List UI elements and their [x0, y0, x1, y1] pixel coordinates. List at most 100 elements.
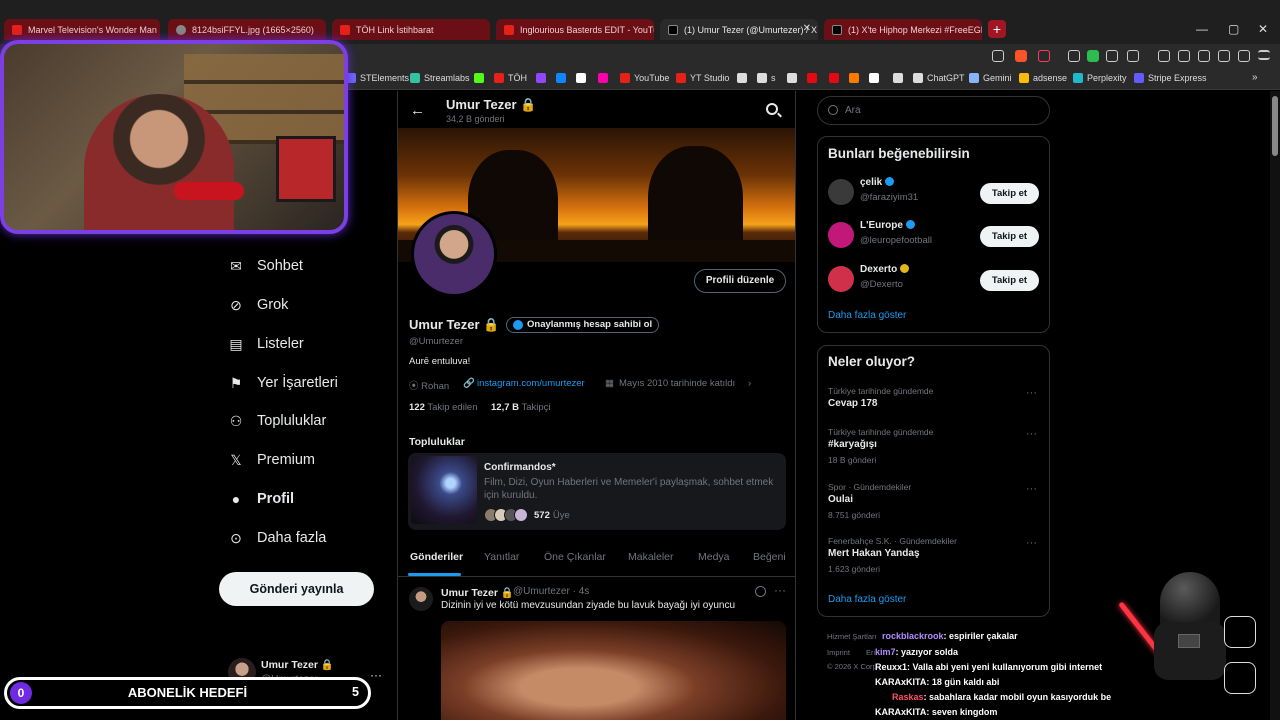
leo-ai-icon[interactable] [1218, 50, 1230, 62]
back-arrow-icon[interactable]: ← [410, 102, 425, 119]
profile-website-link[interactable]: instagram.com/umurtezer [477, 378, 585, 389]
bookmark-item[interactable]: ChatGPT [913, 73, 965, 83]
avatar[interactable] [828, 266, 854, 292]
grok-floating-button[interactable] [1224, 616, 1256, 648]
bookmark-item[interactable]: Streamlabs [410, 73, 470, 83]
browser-tab[interactable]: Marvel Television's Wonder Man | Of [4, 19, 160, 40]
close-window-button[interactable]: ✕ [1258, 22, 1268, 36]
share-icon[interactable] [992, 50, 1004, 62]
suggestion-name[interactable]: L'Europe [860, 220, 915, 231]
follow-button[interactable]: Takip et [980, 270, 1039, 291]
browser-tab[interactable]: TÖH Link İstihbarat [332, 19, 490, 40]
followers-link[interactable]: 12,7 B Takipçi [491, 402, 551, 413]
avatar[interactable] [828, 222, 854, 248]
bookmark-item[interactable] [829, 73, 843, 83]
suggestion-name[interactable]: Dexerto [860, 264, 910, 275]
trend-name[interactable]: #karyağışı [828, 439, 877, 450]
browser-tab[interactable]: Inglourious Basterds EDIT - YouTube [496, 19, 654, 40]
follow-button[interactable]: Takip et [980, 183, 1039, 204]
brave-shield-icon[interactable] [1015, 50, 1027, 62]
sidebar-item-premium[interactable]: 𝕏 Premium [228, 452, 315, 469]
minimize-button[interactable]: — [1196, 22, 1208, 36]
bookmark-item[interactable]: YT Studio [676, 73, 729, 83]
extension-icon[interactable] [1106, 50, 1118, 62]
trend-more-icon[interactable]: ··· [1026, 387, 1037, 399]
sidebar-item-daha-fazla[interactable]: ⊙ Daha fazla [228, 530, 326, 547]
search-icon[interactable] [766, 103, 778, 115]
grok-icon[interactable] [755, 586, 766, 597]
profile-avatar[interactable] [411, 211, 497, 297]
post-author-name[interactable]: Umur Tezer 🔒 [441, 586, 514, 599]
bookmark-item[interactable] [474, 73, 488, 83]
avatar[interactable] [828, 179, 854, 205]
bookmark-item[interactable] [893, 73, 907, 83]
avatar[interactable] [409, 587, 433, 611]
show-more-link[interactable]: Daha fazla göster [828, 310, 906, 321]
menu-icon[interactable] [1258, 50, 1270, 60]
tab-replies[interactable]: Yanıtlar [484, 551, 519, 563]
bookmark-item[interactable] [576, 73, 590, 83]
get-verified-button[interactable]: Onaylanmış hesap sahibi ol [506, 317, 660, 333]
trend-name[interactable]: Mert Hakan Yandaş [828, 548, 920, 559]
music-icon[interactable] [1158, 50, 1170, 62]
search-input[interactable]: Ara [817, 96, 1050, 125]
bookmark-item[interactable]: TÖH [494, 73, 527, 83]
community-card[interactable]: Confirmandos* Film, Dizi, Oyun Haberleri… [408, 453, 786, 530]
sidebar-item-grok[interactable]: ⊘ Grok [228, 297, 288, 314]
bookmarks-overflow-button[interactable]: » [1252, 72, 1258, 83]
bookmark-item[interactable] [869, 73, 883, 83]
post-button[interactable]: Gönderi yayınla [219, 572, 374, 606]
scrollbar-thumb[interactable] [1272, 96, 1278, 156]
browser-tab[interactable]: 8124bsiFFYL.jpg (1665×2560) [168, 19, 326, 40]
trend-name[interactable]: Cevap 178 [828, 398, 877, 409]
vpn-icon[interactable] [1238, 50, 1250, 62]
follow-button[interactable]: Takip et [980, 226, 1039, 247]
sidebar-item-topluluklar[interactable]: ⚇ Topluluklar [228, 413, 327, 430]
footer-link[interactable]: Eri [866, 648, 875, 657]
sidebar-item-listeler[interactable]: ▤ Listeler [228, 336, 303, 353]
messages-floating-button[interactable] [1224, 662, 1256, 694]
tab-posts[interactable]: Gönderiler [410, 551, 463, 563]
footer-link[interactable]: Hizmet Şartları [827, 632, 877, 641]
more-icon[interactable]: ··· [774, 583, 786, 597]
bookmark-item[interactable] [787, 73, 801, 83]
suggestion-name[interactable]: çelik [860, 177, 895, 188]
extension-icon[interactable] [1087, 50, 1099, 62]
trend-name[interactable]: Oulai [828, 494, 853, 505]
bookmark-item[interactable]: adsense [1019, 73, 1067, 83]
post[interactable]: Umur Tezer 🔒 @Umurtezer · 4s ··· Dizinin… [398, 577, 795, 720]
bookmark-item[interactable]: s [757, 73, 776, 83]
wallet-icon[interactable] [1198, 50, 1210, 62]
sidebar-item-yer-i-şaretleri[interactable]: ⚑ Yer İşaretleri [228, 375, 338, 392]
browser-tab-active[interactable]: (1) Umur Tezer (@Umurtezer) / X ✕ [660, 19, 818, 40]
bookmark-item[interactable] [536, 73, 550, 83]
bookmark-item[interactable]: Perplexity [1073, 73, 1127, 83]
tab-articles[interactable]: Makaleler [628, 551, 674, 563]
bookmark-item[interactable] [849, 73, 863, 83]
browser-tab[interactable]: (1) X'te Hiphop Merkezi #FreeEGE: "N [824, 19, 982, 40]
trend-more-icon[interactable]: ··· [1026, 428, 1037, 440]
bookmark-item[interactable] [737, 73, 751, 83]
trend-more-icon[interactable]: ··· [1026, 483, 1037, 495]
bookmark-item[interactable] [598, 73, 612, 83]
bookmark-item[interactable] [556, 73, 570, 83]
tab-likes[interactable]: Beğeni [753, 551, 786, 563]
new-tab-button[interactable]: + [988, 20, 1006, 38]
close-tab-icon[interactable]: ✕ [803, 23, 811, 34]
bookmark-item[interactable] [807, 73, 821, 83]
extensions-puzzle-icon[interactable] [1127, 50, 1139, 62]
bookmark-item[interactable]: Stripe Express [1134, 73, 1207, 83]
following-link[interactable]: 122 Takip edilen [409, 402, 478, 413]
tab-highlights[interactable]: Öne Çıkanlar [544, 551, 606, 563]
account-more-icon[interactable]: ··· [370, 668, 382, 682]
sidebar-icon[interactable] [1178, 50, 1190, 62]
post-media[interactable] [441, 621, 786, 720]
footer-link[interactable]: Imprint [827, 648, 850, 657]
edit-profile-button[interactable]: Profili düzenle [694, 269, 786, 293]
maximize-button[interactable]: ▢ [1228, 22, 1239, 36]
brave-rewards-icon[interactable] [1038, 50, 1050, 62]
bookmark-item[interactable]: YouTube [620, 73, 669, 83]
bookmark-item[interactable]: Gemini [969, 73, 1012, 83]
trend-more-icon[interactable]: ··· [1026, 537, 1037, 549]
page-scrollbar[interactable] [1270, 91, 1280, 720]
